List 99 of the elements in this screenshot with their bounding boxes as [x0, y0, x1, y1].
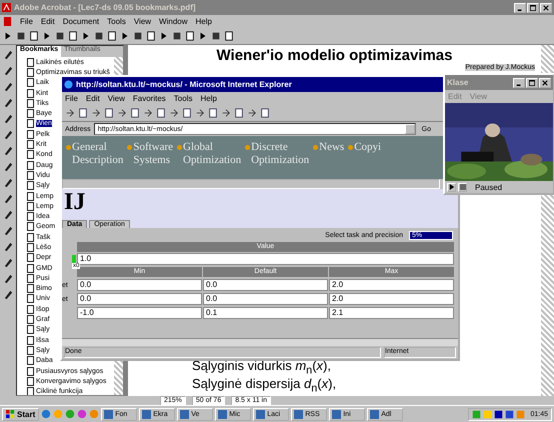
arrow-icon[interactable]	[42, 31, 52, 41]
pencil-icon[interactable]	[2, 209, 14, 220]
stop-button[interactable]	[458, 182, 467, 192]
number-field[interactable]: -1.0	[77, 307, 202, 319]
pencil-icon[interactable]	[2, 97, 14, 108]
number-field[interactable]: 2.0	[329, 279, 454, 291]
arrow-icon[interactable]	[3, 31, 13, 41]
maximize-icon	[530, 4, 536, 10]
pencil-icon[interactable]	[2, 257, 14, 268]
page-icon[interactable]	[107, 31, 117, 41]
pencil-icon[interactable]	[2, 81, 14, 92]
arrow-icon[interactable]	[91, 108, 101, 118]
square-icon[interactable]	[94, 31, 104, 41]
menu-item[interactable]: Tools	[107, 17, 126, 26]
page-heading: IJ	[63, 189, 86, 216]
menu-item[interactable]: Help	[200, 94, 217, 103]
menu-item[interactable]: Window	[159, 17, 188, 26]
number-field[interactable]: 2.0	[329, 293, 454, 305]
maximize-icon	[529, 80, 535, 86]
formula-text: Sąlyginis vidurkis m$_{n}$(x),	[191, 358, 332, 378]
page-icon[interactable]	[260, 108, 270, 118]
formula-text: Sąlyginė dispersija d$_{n}$(x),	[191, 377, 338, 396]
pencil-icon[interactable]	[2, 273, 14, 284]
square-icon[interactable]	[172, 31, 182, 41]
arrow-icon[interactable]	[195, 108, 205, 118]
number-field[interactable]: 2.1	[329, 307, 454, 319]
arrow-icon[interactable]	[120, 31, 130, 41]
pencil-icon[interactable]	[2, 65, 14, 76]
arrow-icon[interactable]	[221, 108, 231, 118]
menu-item[interactable]: Edit	[40, 17, 55, 26]
square-icon[interactable]	[16, 31, 26, 41]
stop-icon	[460, 184, 466, 190]
menu-item[interactable]: Edit	[86, 94, 100, 103]
start-button[interactable]: Start	[2, 408, 40, 420]
page-icon[interactable]	[234, 108, 244, 118]
number-field[interactable]: 0.1	[203, 307, 328, 319]
menu-item[interactable]: View	[134, 17, 152, 26]
square-icon[interactable]	[55, 31, 65, 41]
number-field[interactable]: 0.0	[203, 293, 328, 305]
scroll-bar[interactable]	[62, 338, 458, 346]
close-icon	[542, 80, 548, 86]
page-icon[interactable]	[185, 31, 195, 41]
pencil-icon[interactable]	[2, 49, 14, 60]
pencil-icon[interactable]	[2, 161, 14, 172]
play-button[interactable]	[447, 182, 456, 192]
pencil-icon[interactable]	[2, 177, 14, 188]
square-icon[interactable]	[133, 31, 143, 41]
arrow-icon[interactable]	[198, 31, 208, 41]
menu-item[interactable]: View	[108, 94, 125, 103]
pencil-icon[interactable]	[2, 289, 14, 300]
page-icon[interactable]	[68, 31, 78, 41]
menu-item[interactable]: File	[65, 94, 78, 103]
square-icon[interactable]	[211, 31, 221, 41]
pencil-icon[interactable]	[2, 113, 14, 124]
arrow-icon[interactable]	[117, 108, 127, 118]
page-icon[interactable]	[224, 31, 234, 41]
menu-item[interactable]: Favorites	[132, 94, 166, 103]
bullet-icon	[66, 145, 71, 150]
value-field[interactable]: 1.0	[77, 253, 454, 265]
page-icon[interactable]	[78, 108, 88, 118]
page-icon[interactable]	[104, 108, 114, 118]
number-field[interactable]: 0.0	[203, 279, 328, 291]
menu-item[interactable]: Document	[62, 17, 100, 26]
menu-item[interactable]: File	[20, 17, 33, 26]
window-title: Adobe Acrobat - [Lec7-ds 09.05 bookmarks.pdf]	[14, 3, 196, 12]
pencil-icon[interactable]	[2, 241, 14, 252]
page-icon[interactable]	[130, 108, 140, 118]
arrow-icon[interactable]	[81, 31, 91, 41]
menu-item[interactable]: Tools	[174, 94, 192, 103]
bullet-icon	[313, 145, 318, 150]
arrow-icon[interactable]	[169, 108, 179, 118]
bullet-icon	[127, 145, 132, 150]
page-icon[interactable]	[208, 108, 218, 118]
number-field[interactable]: 0.0	[77, 293, 202, 305]
window-title: Klase	[447, 78, 468, 87]
window-title: http://soltan.ktu.lt/~mockus/ - Microsoft Internet Explorer	[76, 80, 292, 89]
windows-logo-icon	[6, 410, 15, 418]
pencil-icon[interactable]	[2, 129, 14, 140]
close-icon	[543, 4, 549, 10]
page-icon[interactable]	[156, 108, 166, 118]
marker-icon	[72, 254, 76, 264]
pencil-icon[interactable]	[2, 225, 14, 236]
bullet-icon	[245, 145, 250, 150]
arrow-icon[interactable]	[159, 31, 169, 41]
menu-item[interactable]: Help	[196, 17, 212, 26]
bullet-icon	[348, 145, 354, 150]
page-icon[interactable]	[182, 108, 192, 118]
status-text: Paused	[475, 182, 502, 192]
bullet-icon	[177, 145, 182, 150]
pencil-icon[interactable]	[2, 193, 14, 204]
pencil-icon[interactable]	[2, 145, 14, 156]
arrow-icon[interactable]	[65, 108, 75, 118]
number-field[interactable]: 0.0	[77, 279, 202, 291]
page-icon[interactable]	[29, 31, 39, 41]
arrow-icon[interactable]	[247, 108, 257, 118]
arrow-icon[interactable]	[143, 108, 153, 118]
app-icon	[2, 3, 11, 12]
page-icon[interactable]	[146, 31, 156, 41]
page-heading: Wiener'io modelio optimizavimas	[216, 47, 454, 64]
